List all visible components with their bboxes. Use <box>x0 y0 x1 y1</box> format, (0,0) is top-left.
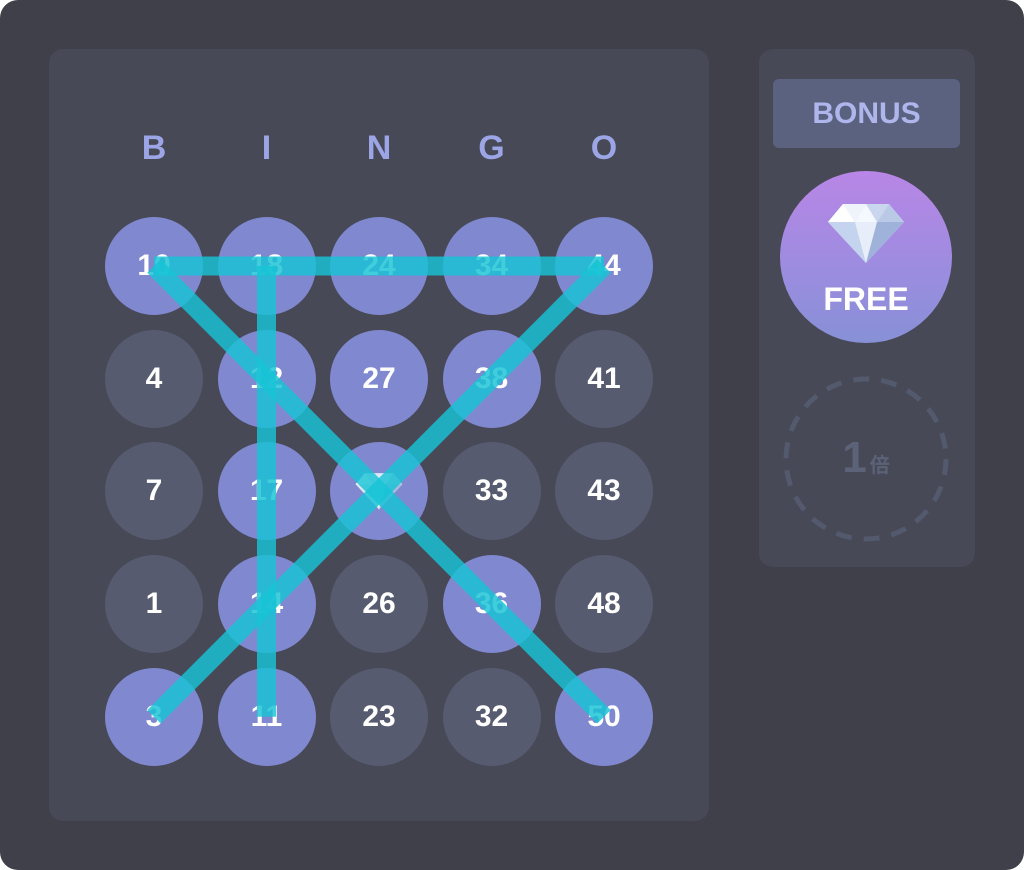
cell-number: 38 <box>474 361 509 395</box>
column-letter-i: I <box>261 129 272 167</box>
bingo-cell[interactable]: 27 <box>330 329 428 428</box>
bingo-cell[interactable]: 50 <box>555 667 653 766</box>
free-space-cell[interactable] <box>330 442 428 541</box>
cell-number: 36 <box>474 587 509 621</box>
bingo-cell[interactable]: 24 <box>330 217 428 315</box>
cell-number: 33 <box>474 474 509 508</box>
bonus-button[interactable]: BONUS <box>773 79 960 148</box>
cell-number: 43 <box>587 474 621 508</box>
bingo-cell[interactable]: 18 <box>217 217 316 315</box>
bingo-cell[interactable]: 1 <box>105 555 203 654</box>
column-letter-n: N <box>366 129 392 167</box>
cell-number: 23 <box>362 699 396 733</box>
multiplier-text: 1倍 <box>782 433 950 483</box>
cell-number: 34 <box>474 249 509 282</box>
cell-number: 18 <box>249 249 284 282</box>
bingo-cell[interactable]: 32 <box>442 667 541 766</box>
bingo-cell[interactable]: 4 <box>105 329 203 428</box>
cell-number: 7 <box>145 474 163 508</box>
bingo-cell[interactable]: 48 <box>555 555 653 654</box>
cell-number: 48 <box>587 587 621 621</box>
bingo-cell[interactable]: 10 <box>105 217 203 315</box>
cell-number: 44 <box>587 249 621 282</box>
bingo-cell[interactable]: 41 <box>555 329 653 428</box>
bingo-cell[interactable]: 17 <box>217 442 316 541</box>
bingo-cell[interactable]: 3 <box>105 667 203 766</box>
cell-number: 24 <box>362 249 396 282</box>
multiplier-unit: 倍 <box>869 455 890 477</box>
bingo-cell[interactable]: 38 <box>442 329 541 428</box>
cell-number: 11 <box>250 699 283 733</box>
bingo-cell[interactable]: 11 <box>217 667 316 766</box>
cell-number: 10 <box>137 249 171 282</box>
multiplier-value: 1 <box>842 433 867 482</box>
column-letter-o: O <box>590 129 618 167</box>
game-frame: BINGO 10 18 24 34 44 4 12 27 38 41 7 17 33 43 1 14 26 36 4… <box>0 0 1024 870</box>
bingo-cell[interactable]: 43 <box>555 442 653 541</box>
cell-number: 4 <box>145 361 163 395</box>
cell-number: 12 <box>249 361 284 395</box>
cell-number: 3 <box>145 699 163 733</box>
cell-number: 14 <box>249 587 284 621</box>
free-badge: FREE <box>780 171 952 343</box>
column-letter-b: B <box>141 129 167 167</box>
bingo-cell[interactable]: 44 <box>555 217 653 315</box>
free-label: FREE <box>823 281 909 317</box>
cell-number: 17 <box>249 474 284 508</box>
cell-number: 32 <box>474 699 509 733</box>
cell-number: 27 <box>362 361 396 395</box>
bingo-cell[interactable]: 34 <box>442 217 541 315</box>
cell-number: 41 <box>587 361 621 395</box>
bingo-cell[interactable]: 14 <box>217 555 316 654</box>
column-letter-g: G <box>478 129 505 167</box>
bingo-cell[interactable]: 36 <box>442 555 541 654</box>
bingo-cell[interactable]: 26 <box>330 555 428 654</box>
cell-number: 1 <box>145 587 163 621</box>
bingo-cell[interactable]: 12 <box>217 329 316 428</box>
cell-number: 50 <box>587 699 621 733</box>
diamond-icon <box>355 473 403 510</box>
bingo-cell[interactable]: 33 <box>442 442 541 541</box>
cell-number: 26 <box>362 587 396 621</box>
bingo-cell[interactable]: 7 <box>105 442 203 541</box>
diamond-icon <box>828 204 904 263</box>
multiplier-indicator: 1倍 <box>782 375 950 543</box>
bingo-cell[interactable]: 23 <box>330 667 428 766</box>
